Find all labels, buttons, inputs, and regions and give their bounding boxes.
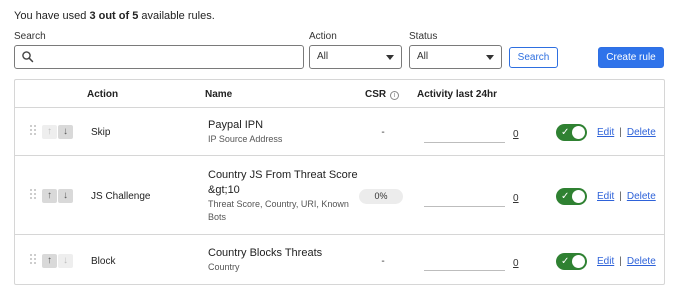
header-csr: CSR i [365,89,400,100]
delete-link[interactable]: Delete [627,256,656,267]
check-icon: ✓ [561,256,570,267]
table-row: ↑ ↓ Block Country Blocks Threats Country… [15,235,664,285]
rule-action: Skip [91,127,111,138]
search-button[interactable]: Search [509,47,558,68]
separator: | [619,191,622,202]
drag-handle-icon[interactable] [30,125,38,137]
activity-sparkline [424,142,505,143]
table-header: Action Name CSR i Activity last 24hr [15,80,664,108]
search-icon [22,51,34,63]
rule-description: Country [208,262,240,272]
reorder-controls: ↑ ↓ [42,125,73,139]
chevron-down-icon [486,55,494,60]
drag-handle-icon[interactable] [30,254,38,266]
search-field[interactable] [14,45,304,69]
rule-name: Country Blocks Threats [208,247,323,259]
toggle-knob [572,190,585,203]
rule-enabled-toggle[interactable]: ✓ [556,253,587,270]
check-icon: ✓ [561,191,570,202]
row-actions: Edit | Delete [597,256,656,267]
toggle-knob [572,255,585,268]
row-actions: Edit | Delete [597,127,656,138]
action-filter-value: All [317,51,329,62]
check-icon: ✓ [561,127,570,138]
rule-description: IP Source Address [208,134,283,144]
rule-name-cell: Country Blocks Threats Country [208,246,358,274]
reorder-controls: ↑ ↓ [42,254,73,268]
rule-csr: - [381,127,385,138]
header-name: Name [205,89,233,100]
action-filter-label: Action [309,31,337,42]
separator: | [619,127,622,138]
rule-csr-badge: 0% [359,189,403,204]
create-rule-button[interactable]: Create rule [598,47,664,68]
activity-sparkline [424,206,505,207]
arrow-down-icon[interactable]: ↓ [58,125,73,139]
status-filter-value: All [417,51,429,62]
rule-csr: - [381,256,385,267]
arrow-up-icon[interactable]: ↑ [42,189,57,203]
activity-count-link[interactable]: 0 [513,193,519,204]
status-filter-label: Status [409,31,438,42]
activity-sparkline [424,270,505,271]
status-filter-select[interactable]: All [409,45,502,69]
activity-count-link[interactable]: 0 [513,129,519,140]
edit-link[interactable]: Edit [597,191,614,202]
header-csr-label: CSR [365,89,387,100]
row-actions: Edit | Delete [597,191,656,202]
drag-handle-icon[interactable] [30,189,38,201]
rules-table: Action Name CSR i Activity last 24hr ↑ ↓ … [14,79,665,285]
arrow-down-icon[interactable]: ↓ [58,189,73,203]
info-icon[interactable]: i [390,91,400,100]
arrow-down-icon[interactable]: ↓ [58,254,73,268]
rule-name-cell: Country JS From Threat Score &gt;10 Thre… [208,168,358,224]
usage-count: 3 out of 5 [89,10,139,22]
delete-link[interactable]: Delete [627,127,656,138]
usage-prefix: You have used [14,10,90,22]
rule-action: JS Challenge [91,191,151,202]
rule-description: Threat Score, Country, URI, Known Bots [208,199,349,222]
rule-action: Block [91,256,116,267]
edit-link[interactable]: Edit [597,127,614,138]
separator: | [619,256,622,267]
delete-link[interactable]: Delete [627,191,656,202]
chevron-down-icon [386,55,394,60]
rule-name-cell: Paypal IPN IP Source Address [208,118,358,146]
arrow-up-icon[interactable]: ↑ [42,125,57,139]
activity-count-link[interactable]: 0 [513,258,519,269]
search-label: Search [14,31,46,42]
action-filter-select[interactable]: All [309,45,402,69]
rule-name: Country JS From Threat Score &gt;10 [208,169,358,196]
rule-name: Paypal IPN [208,119,264,131]
usage-suffix: available rules. [138,10,215,22]
rule-enabled-toggle[interactable]: ✓ [556,188,587,205]
table-row: ↑ ↓ Skip Paypal IPN IP Source Address - … [15,108,664,156]
header-activity: Activity last 24hr [417,89,498,100]
edit-link[interactable]: Edit [597,256,614,267]
header-action: Action [87,89,119,100]
table-row: ↑ ↓ JS Challenge Country JS From Threat … [15,156,664,235]
rules-usage-text: You have used 3 out of 5 available rules… [14,10,215,22]
reorder-controls: ↑ ↓ [42,189,73,203]
search-input[interactable] [39,48,299,66]
arrow-up-icon[interactable]: ↑ [42,254,57,268]
toggle-knob [572,126,585,139]
rule-enabled-toggle[interactable]: ✓ [556,124,587,141]
